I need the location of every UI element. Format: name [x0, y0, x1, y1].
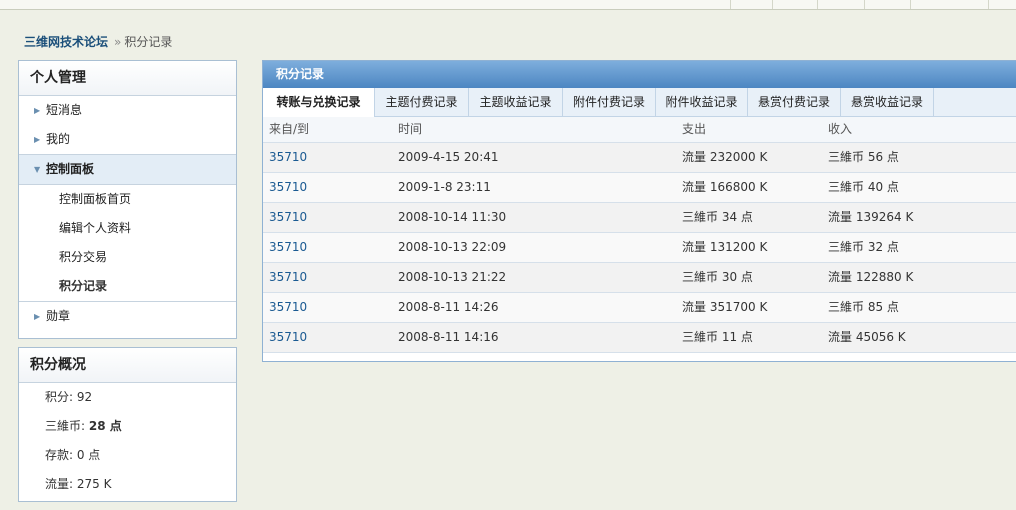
column-header-expense: 支出	[682, 122, 707, 136]
menu-item-medals[interactable]: ▶ 勋章	[19, 301, 236, 331]
menu-item-control-panel[interactable]: ▼ 控制面板	[19, 154, 236, 185]
credit-log-title: 积分记录	[263, 61, 1016, 88]
toolbar-divider	[772, 0, 773, 9]
menu-item-label: 勋章	[46, 309, 71, 323]
stat-value: 92	[76, 390, 93, 404]
menu-item-label: 我的	[46, 132, 71, 146]
tab-reward-income[interactable]: 悬赏收益记录	[841, 88, 934, 116]
credit-log-panel: 积分记录 转账与兑换记录 主题付费记录 主题收益记录 附件付费记录 附件收益记录…	[262, 60, 1016, 362]
table-row: 35710 2008-10-13 21:22 三維币 30 点 流量 12288…	[263, 263, 1016, 293]
triangle-right-icon: ▶	[34, 312, 41, 321]
row-time: 2008-8-11 14:16	[398, 330, 499, 344]
toolbar-divider	[817, 0, 818, 9]
submenu-credit-trade[interactable]: 积分交易	[19, 243, 236, 272]
personal-menu-title: 个人管理	[19, 61, 236, 96]
tab-thread-income[interactable]: 主题收益记录	[469, 88, 563, 116]
record-tabs: 转账与兑换记录 主题付费记录 主题收益记录 附件付费记录 附件收益记录 悬赏付费…	[263, 88, 1016, 117]
stat-traffic: 流量: 275 K	[19, 470, 236, 499]
row-from-link[interactable]: 35710	[269, 293, 307, 322]
row-expense: 流量 131200 K	[682, 240, 768, 254]
top-toolbar-strip	[0, 0, 1016, 10]
stat-coins: 三維币: 28 点	[19, 412, 236, 441]
table-row: 35710 2008-10-14 11:30 三維币 34 点 流量 13926…	[263, 203, 1016, 233]
stat-deposit: 存款: 0 点	[19, 441, 236, 470]
triangle-right-icon: ▶	[34, 135, 41, 144]
table-row: 35710 2009-1-8 23:11 流量 166800 K 三維币 40 …	[263, 173, 1016, 203]
row-expense: 三維币 34 点	[682, 210, 753, 224]
stat-value: 275 K	[76, 477, 112, 491]
submenu-credit-log[interactable]: 积分记录	[19, 272, 236, 301]
row-from-link[interactable]: 35710	[269, 323, 307, 352]
row-time: 2009-1-8 23:11	[398, 180, 491, 194]
table-row: 35710 2009-4-15 20:41 流量 232000 K 三維币 56…	[263, 143, 1016, 173]
triangle-right-icon: ▶	[34, 106, 41, 115]
row-income: 三維币 85 点	[828, 300, 899, 314]
row-from-link[interactable]: 35710	[269, 203, 307, 232]
row-expense: 流量 166800 K	[682, 180, 768, 194]
menu-item-label: 控制面板	[46, 162, 95, 176]
row-income: 三維币 40 点	[828, 180, 899, 194]
stat-value: 0 点	[76, 448, 101, 462]
stat-value: 28 点	[88, 419, 122, 433]
tab-reward-pay[interactable]: 悬赏付费记录	[748, 88, 841, 116]
row-income: 三維币 32 点	[828, 240, 899, 254]
menu-item-messages[interactable]: ▶ 短消息	[19, 96, 236, 125]
table-header: 来自/到 时间 支出 收入	[263, 117, 1016, 143]
table-row: 35710 2008-8-11 14:26 流量 351700 K 三維币 85…	[263, 293, 1016, 323]
row-from-link[interactable]: 35710	[269, 233, 307, 262]
tab-thread-pay[interactable]: 主题付费记录	[375, 88, 469, 116]
submenu-control-panel-home[interactable]: 控制面板首页	[19, 185, 236, 214]
credit-summary-panel: 积分概况 积分: 92 三維币: 28 点 存款: 0 点 流量: 275 K	[18, 347, 237, 502]
column-header-time: 时间	[398, 122, 423, 136]
stat-label: 积分:	[45, 390, 77, 404]
row-time: 2009-4-15 20:41	[398, 150, 499, 164]
row-expense: 三維币 30 点	[682, 270, 753, 284]
breadcrumb: 三维网技术论坛 » 积分记录	[24, 33, 172, 50]
stat-label: 三維币:	[45, 419, 89, 433]
row-from-link[interactable]: 35710	[269, 173, 307, 202]
row-income: 流量 122880 K	[828, 270, 914, 284]
personal-menu-panel: 个人管理 ▶ 短消息 ▶ 我的 ▼ 控制面板 控制面板首页 编辑个人资料 积分交…	[18, 60, 237, 339]
table-row: 35710 2008-8-11 14:16 三維币 11 点 流量 45056 …	[263, 323, 1016, 353]
column-header-from: 来自/到	[269, 122, 310, 136]
menu-item-mine[interactable]: ▶ 我的	[19, 125, 236, 154]
tab-attachment-income[interactable]: 附件收益记录	[656, 88, 748, 116]
row-expense: 三維币 11 点	[682, 330, 753, 344]
row-income: 流量 45056 K	[828, 330, 906, 344]
submenu-edit-profile[interactable]: 编辑个人资料	[19, 214, 236, 243]
triangle-down-icon: ▼	[34, 165, 41, 174]
breadcrumb-separator: »	[114, 35, 122, 49]
toolbar-divider	[730, 0, 731, 9]
row-from-link[interactable]: 35710	[269, 143, 307, 172]
row-time: 2008-10-13 22:09	[398, 240, 507, 254]
row-from-link[interactable]: 35710	[269, 263, 307, 292]
row-time: 2008-10-13 21:22	[398, 270, 507, 284]
table-row: 35710 2008-10-13 22:09 流量 131200 K 三維币 3…	[263, 233, 1016, 263]
row-income: 流量 139264 K	[828, 210, 914, 224]
credit-summary-title: 积分概况	[19, 348, 236, 383]
row-time: 2008-8-11 14:26	[398, 300, 499, 314]
tab-transfer-exchange[interactable]: 转账与兑换记录	[263, 88, 375, 117]
column-header-income: 收入	[828, 122, 853, 136]
menu-item-label: 短消息	[46, 103, 83, 117]
toolbar-divider	[988, 0, 989, 9]
row-income: 三維币 56 点	[828, 150, 899, 164]
tab-attachment-pay[interactable]: 附件付费记录	[563, 88, 656, 116]
row-time: 2008-10-14 11:30	[398, 210, 507, 224]
stat-label: 存款:	[45, 448, 77, 462]
toolbar-divider	[864, 0, 865, 9]
toolbar-divider	[910, 0, 911, 9]
breadcrumb-home-link[interactable]: 三维网技术论坛	[24, 35, 108, 49]
row-expense: 流量 232000 K	[682, 150, 768, 164]
stat-label: 流量:	[45, 477, 77, 491]
breadcrumb-current: 积分记录	[124, 35, 173, 49]
row-expense: 流量 351700 K	[682, 300, 768, 314]
stat-credits: 积分: 92	[19, 383, 236, 412]
